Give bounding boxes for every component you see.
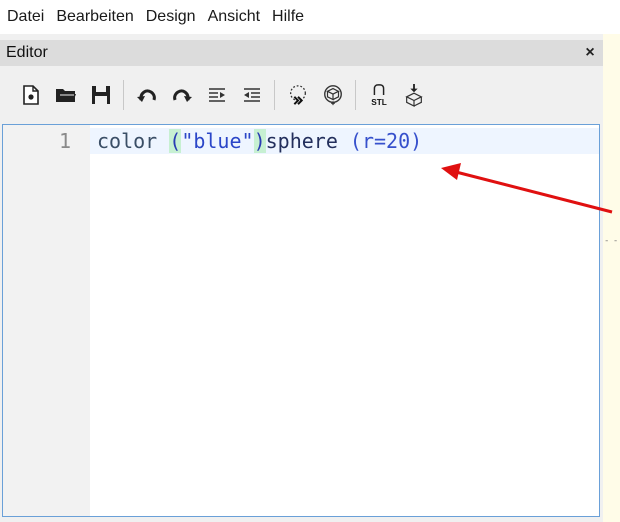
export-stl-icon: STL [371, 84, 387, 107]
code-token-argument: (r=20) [349, 129, 423, 153]
editor-panel-title: Editor [6, 44, 48, 61]
render-button[interactable] [322, 82, 344, 108]
code-editor[interactable]: 1 color ("blue")sphere (r=20) [2, 124, 600, 517]
unindent-icon [244, 88, 260, 102]
code-token-identifier: sphere [265, 129, 338, 153]
menu-bearbeiten[interactable]: Bearbeiten [50, 0, 139, 34]
indent-button[interactable] [206, 82, 228, 108]
editor-panel: Editor × STL 1 color ("blue")sphere (r=2… [0, 34, 603, 522]
print-3d-icon [405, 84, 423, 107]
editor-toolbar: STL [0, 70, 603, 120]
redo-button[interactable] [171, 82, 193, 108]
print-3d-button[interactable] [403, 82, 425, 108]
menu-datei[interactable]: Datei [0, 0, 50, 34]
new-file-icon [23, 85, 39, 105]
editor-panel-header: Editor × [0, 40, 603, 66]
unindent-button[interactable] [241, 82, 263, 108]
background-window-mark: - - [604, 236, 618, 246]
export-stl-label: STL [371, 98, 387, 107]
line-number-gutter [3, 125, 90, 516]
close-icon[interactable]: × [577, 44, 603, 62]
menu-bar: Datei Bearbeiten Design Ansicht Hilfe [0, 0, 620, 34]
line-number: 1 [58, 129, 71, 153]
export-stl-button[interactable]: STL [368, 82, 390, 108]
redo-icon [173, 89, 192, 102]
panel-bottom-edge [0, 517, 603, 522]
code-token-string: "blue" [181, 129, 254, 153]
undo-button[interactable] [136, 82, 158, 108]
undo-icon [137, 89, 156, 102]
toolbar-separator [274, 80, 275, 110]
menu-ansicht[interactable]: Ansicht [202, 0, 266, 34]
indent-icon [209, 88, 225, 102]
preview-icon [290, 85, 306, 105]
save-button[interactable] [90, 82, 112, 108]
toolbar-separator [355, 80, 356, 110]
code-token-open-paren: ( [169, 129, 182, 153]
new-file-button[interactable] [20, 82, 42, 108]
code-line[interactable]: color ("blue")sphere (r=20) [97, 128, 422, 154]
code-token-keyword: color [97, 129, 158, 153]
code-token-close-paren: ) [253, 129, 266, 153]
save-icon [92, 86, 110, 104]
open-file-button[interactable] [55, 82, 77, 108]
toolbar-separator [123, 80, 124, 110]
render-icon [324, 85, 342, 106]
open-folder-icon [56, 89, 76, 102]
preview-button[interactable] [287, 82, 309, 108]
background-window-strip [603, 34, 620, 522]
menu-hilfe[interactable]: Hilfe [266, 0, 310, 34]
menu-design[interactable]: Design [140, 0, 202, 34]
